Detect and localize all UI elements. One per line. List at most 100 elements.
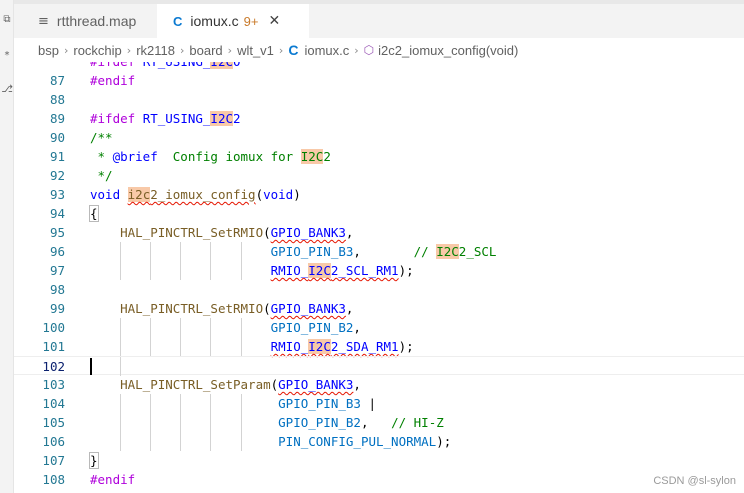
code-line[interactable]: 107} [14,451,744,470]
copy-icon[interactable]: ⧉ [0,14,14,25]
breadcrumb: bsp › rockchip › rk2118 › board › wlt_v1… [14,38,744,62]
breadcrumb-item-rk2118[interactable]: rk2118 [136,43,175,58]
breadcrumb-item-rockchip[interactable]: rockchip [73,43,121,58]
breadcrumb-item-wlt-v1[interactable]: wlt_v1 [237,43,274,58]
code-line[interactable]: 87 #endif [14,71,744,90]
code-line[interactable]: 99 HAL_PINCTRL_SetRMIO(GPIO_BANK3, [14,299,744,318]
problems-badge: 9+ [243,13,259,29]
code-text: } [89,452,99,469]
code-text: GPIO_PIN_B3, // I2C2_SCL [270,244,497,259]
c-file-icon: C [288,42,299,58]
breadcrumb-item-symbol[interactable]: i2c2_iomux_config(void) [378,43,518,58]
code-line[interactable]: 91 * @brief Config iomux for I2C2 [14,147,744,166]
chevron-right-icon: › [180,43,185,57]
code-line[interactable]: 101 RMIO_I2C2_SDA_RM1); [14,337,744,356]
line-number: 91 [49,149,65,164]
code-line[interactable]: #ifdef RT_USING_I2C0 [14,62,744,71]
line-number: 93 [49,187,65,202]
breadcrumb-item-file[interactable]: iomux.c [304,43,349,58]
line-number: 95 [49,225,65,240]
tab-bar: ≡ rtthread.map C iomux.c 9+ ✕ [14,0,744,38]
line-number: 103 [42,377,65,392]
code-text: HAL_PINCTRL_SetRMIO(GPIO_BANK3, [120,301,354,316]
chevron-right-icon: › [63,43,69,57]
code-line[interactable]: 90 /** [14,128,744,147]
chevron-right-icon: › [227,43,233,57]
line-number: 92 [49,168,65,183]
code-text: GPIO_PIN_B2, // HI-Z [278,415,444,430]
activity-bar: ⧉ * ⎇ [0,0,14,493]
code-text: #ifdef RT_USING_I2C0 [90,62,241,71]
chevron-right-icon: › [278,43,284,57]
code-text: RMIO_I2C2_SCL_RM1); [270,263,414,278]
breadcrumb-item-board[interactable]: board [189,43,222,58]
scm-icon[interactable]: ⎇ [0,84,14,95]
code-text: #endif [90,73,136,88]
line-number: 89 [49,111,65,126]
code-editor[interactable]: #ifdef RT_USING_I2C0 87 #endif 88 89 #ifdef R… [14,62,744,493]
line-number: 99 [49,301,65,316]
close-icon[interactable]: ✕ [268,13,280,29]
c-file-icon: C [173,13,183,29]
code-text: */ [90,168,113,183]
code-text: * @brief Config iomux for I2C2 [90,149,331,164]
code-text: { [89,205,99,222]
tab-label: iomux.c [190,13,239,29]
code-line[interactable]: 104 GPIO_PIN_B3 | [14,394,744,413]
line-number: 106 [42,434,65,449]
line-number: 107 [42,453,65,468]
code-line[interactable]: 92 */ [14,166,744,185]
line-number: 108 [42,472,65,487]
tab-rtthread-map[interactable]: ≡ rtthread.map [14,4,157,38]
line-number: 88 [49,92,65,107]
code-line[interactable]: 98 [14,280,744,299]
code-line[interactable]: 105 GPIO_PIN_B2, // HI-Z [14,413,744,432]
code-line[interactable]: 109 [14,489,744,493]
code-line[interactable]: 89 #ifdef RT_USING_I2C2 [14,109,744,128]
search-icon[interactable]: * [0,50,14,61]
breadcrumb-item-bsp[interactable]: bsp [38,43,59,58]
code-line[interactable]: 96 GPIO_PIN_B3, // I2C2_SCL [14,242,744,261]
code-text: GPIO_PIN_B2, [270,320,361,335]
line-number: 90 [49,130,65,145]
text-cursor [90,358,92,375]
code-text: void i2c2_iomux_config(void) [90,187,301,202]
code-text: HAL_PINCTRL_SetRMIO(GPIO_BANK3, [120,225,354,240]
line-number: 87 [49,73,65,88]
code-line[interactable]: 93 void i2c2_iomux_config(void) [14,185,744,204]
indent-guide [120,357,122,376]
code-text: PIN_CONFIG_PUL_NORMAL); [278,434,452,449]
line-number: 104 [42,396,65,411]
code-text: #endif [90,472,136,487]
line-number: 109 [14,489,65,493]
code-line[interactable]: 88 [14,90,744,109]
code-text: #ifdef RT_USING_I2C2 [90,111,241,126]
code-text: GPIO_PIN_B3 | [278,396,377,411]
code-line[interactable]: 95 HAL_PINCTRL_SetRMIO(GPIO_BANK3, [14,223,744,242]
code-text: HAL_PINCTRL_SetParam(GPIO_BANK3, [120,377,361,392]
code-line[interactable]: 103 HAL_PINCTRL_SetParam(GPIO_BANK3, [14,375,744,394]
line-number: 102 [42,359,65,374]
chevron-right-icon: › [126,43,132,57]
file-lines-icon: ≡ [38,13,49,29]
code-line[interactable]: 97 RMIO_I2C2_SCL_RM1); [14,261,744,280]
line-number: 105 [42,415,65,430]
code-line[interactable]: 106 PIN_CONFIG_PUL_NORMAL); [14,432,744,451]
code-line[interactable]: 102 [14,356,744,376]
line-number: 97 [49,263,65,278]
code-line[interactable]: 108 #endif [14,470,744,489]
watermark: CSDN @sl-sylon [653,475,736,487]
code-text: /** [90,130,113,145]
line-number: 100 [42,320,65,335]
code-text: RMIO_I2C2_SDA_RM1); [270,339,414,354]
code-line[interactable]: 94 { [14,204,744,223]
tab-label: rtthread.map [56,13,137,29]
line-number: 101 [42,339,65,354]
line-number: 98 [49,282,65,297]
code-line[interactable]: 100 GPIO_PIN_B2, [14,318,744,337]
line-number: 96 [49,244,65,259]
symbol-method-icon: ⬡ [363,43,375,57]
chevron-right-icon: › [354,43,359,57]
tab-iomux-c[interactable]: C iomux.c 9+ ✕ [157,4,309,38]
line-number: 94 [49,206,65,221]
